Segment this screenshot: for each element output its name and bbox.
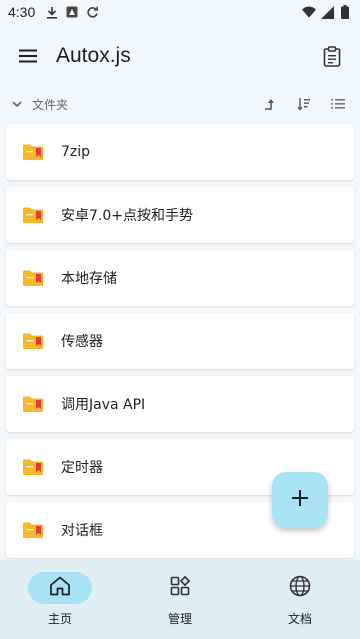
battery-icon — [338, 5, 352, 19]
nav-label-docs: 文档 — [287, 612, 312, 626]
sort-icon[interactable] — [296, 96, 312, 112]
folder-icon — [22, 269, 44, 287]
bottom-navigation: 主页 管理 文档 — [0, 560, 360, 639]
home-icon — [49, 576, 71, 600]
nav-indicator — [148, 572, 212, 604]
nav-indicator — [268, 572, 332, 604]
list-item[interactable]: 7zip — [6, 124, 354, 180]
download-icon — [45, 5, 59, 19]
sync-icon — [85, 5, 99, 19]
nav-item-home[interactable]: 主页 — [15, 572, 105, 627]
nav-item-docs[interactable]: 文档 — [255, 572, 345, 627]
folder-header-label: 文件夹 — [32, 97, 69, 112]
list-item-label: 定时器 — [61, 460, 103, 476]
list-item[interactable]: 本地存储 — [6, 250, 354, 306]
nav-item-manage[interactable]: 管理 — [135, 572, 225, 627]
status-time: 4:30 — [8, 4, 36, 20]
list-item-label: 安卓7.0+点按和手势 — [61, 208, 193, 224]
folder-icon — [22, 395, 44, 413]
grid-icon — [170, 575, 191, 600]
app-bar: Autox.js — [0, 24, 360, 88]
folder-icon — [22, 458, 44, 476]
folder-header: 文件夹 — [0, 92, 360, 116]
folder-icon — [22, 521, 44, 539]
globe-icon — [289, 575, 311, 601]
nav-label-manage: 管理 — [167, 612, 192, 626]
folder-icon — [22, 206, 44, 224]
wifi-icon — [302, 5, 316, 19]
nav-label-home: 主页 — [47, 612, 72, 626]
app-title: Autox.js — [56, 44, 131, 67]
nav-indicator — [28, 572, 92, 604]
list-item-label: 调用Java API — [61, 397, 146, 413]
list-item[interactable]: 调用Java API — [6, 376, 354, 432]
list-item-label: 对话框 — [61, 523, 103, 539]
folder-icon — [22, 332, 44, 350]
list-item[interactable]: 传感器 — [6, 313, 354, 369]
list-view-icon[interactable] — [330, 96, 346, 112]
list-item-label: 7zip — [61, 144, 91, 160]
list-item[interactable]: 安卓7.0+点按和手势 — [6, 187, 354, 243]
app-notification-icon — [65, 5, 79, 19]
status-bar: 4:30 — [0, 0, 360, 24]
folder-icon — [22, 143, 44, 161]
clipboard-icon[interactable] — [320, 44, 344, 68]
go-up-icon[interactable] — [262, 96, 278, 112]
add-fab-button[interactable] — [272, 472, 328, 528]
list-item-label: 本地存储 — [61, 271, 117, 287]
plus-icon — [291, 489, 309, 511]
list-item-label: 传感器 — [61, 334, 103, 350]
signal-icon — [320, 5, 334, 19]
chevron-down-icon[interactable] — [10, 97, 24, 111]
menu-icon[interactable] — [16, 44, 40, 68]
